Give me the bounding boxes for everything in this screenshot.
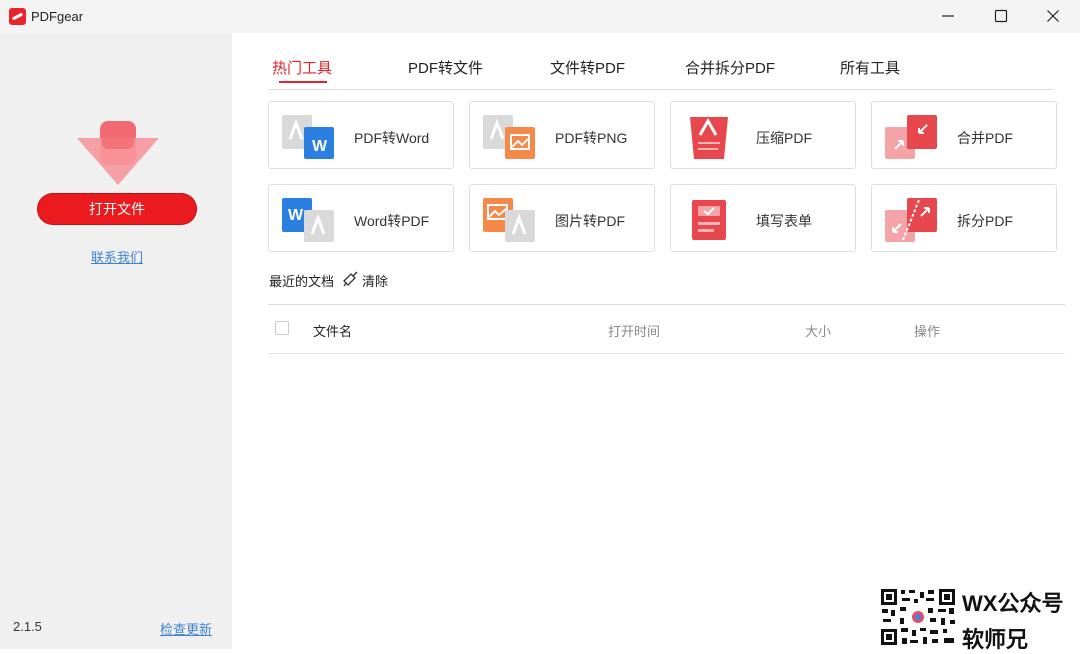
svg-text:W: W [312, 138, 328, 155]
svg-text:W: W [288, 207, 304, 224]
column-header-actions: 操作 [914, 324, 941, 339]
tool-label: 压缩PDF [756, 130, 812, 146]
table-header-top-border [268, 304, 1065, 305]
column-header-open-time[interactable]: 打开时间 [608, 321, 660, 340]
watermark-line1: WX公众号 [962, 591, 1064, 616]
compress-pdf-icon [690, 117, 728, 159]
title-bar: PDFgear [0, 0, 1080, 33]
tool-label: 拆分PDF [957, 213, 1013, 229]
recent-documents-title: 最近的文档 [269, 274, 335, 289]
word-to-pdf-icon: W [282, 198, 334, 242]
watermark-line2: 软师兄 [962, 627, 1029, 652]
minimize-button[interactable] [922, 0, 974, 33]
tabs-divider [268, 89, 1054, 90]
image-to-pdf-icon [483, 198, 535, 242]
minimize-icon [942, 15, 954, 17]
qr-code-image [880, 588, 956, 646]
maximize-button[interactable] [975, 0, 1027, 33]
tab-file-to-pdf[interactable]: 文件转PDF [550, 57, 625, 78]
maximize-icon [994, 9, 1008, 23]
column-header-filename[interactable]: 文件名 [313, 321, 352, 340]
pdf-to-png-icon [483, 115, 535, 159]
tab-pdf-to-file[interactable]: PDF转文件 [408, 57, 483, 78]
broom-icon [343, 271, 358, 287]
pdf-to-word-icon: W [282, 115, 334, 159]
tool-label: 图片转PDF [555, 213, 625, 229]
pdfgear-logo-icon [9, 8, 26, 25]
tool-label: Word转PDF [354, 213, 430, 229]
open-file-button[interactable]: 打开文件 [37, 193, 197, 225]
tool-card-fill-form[interactable]: 填写表单 [670, 184, 856, 252]
tool-label: PDF转PNG [555, 130, 628, 146]
close-icon [1047, 10, 1059, 22]
split-pdf-icon [885, 198, 937, 242]
version-label: 2.1.5 [13, 619, 42, 634]
tab-merge-split-pdf[interactable]: 合并拆分PDF [685, 57, 775, 78]
contact-us-link[interactable]: 联系我们 [91, 247, 143, 266]
clear-label: 清除 [362, 274, 389, 289]
tab-hot-tools[interactable]: 热门工具 [272, 57, 332, 78]
fill-form-icon [692, 200, 726, 240]
window-title: PDFgear [31, 9, 84, 24]
tool-label: 合并PDF [957, 130, 1013, 146]
close-button[interactable] [1027, 0, 1079, 33]
check-update-link[interactable]: 检查更新 [160, 619, 212, 638]
tab-all-tools[interactable]: 所有工具 [840, 57, 900, 78]
select-all-checkbox[interactable] [275, 321, 289, 335]
tool-card-pdf-to-word[interactable]: W PDF转Word [268, 101, 454, 169]
tool-card-image-to-pdf[interactable]: 图片转PDF [469, 184, 655, 252]
tool-card-word-to-pdf[interactable]: W Word转PDF [268, 184, 454, 252]
tool-card-compress-pdf[interactable]: 压缩PDF [670, 101, 856, 169]
tool-card-pdf-to-png[interactable]: PDF转PNG [469, 101, 655, 169]
active-tab-indicator [279, 81, 327, 83]
sidebar: 打开文件 联系我们 2.1.5 检查更新 [0, 33, 232, 649]
column-header-size[interactable]: 大小 [805, 321, 831, 340]
merge-pdf-icon [885, 115, 937, 159]
tool-label: PDF转Word [354, 130, 430, 146]
tool-label: 填写表单 [756, 213, 812, 229]
table-header-bottom-border [268, 353, 1065, 354]
tool-card-split-pdf[interactable]: 拆分PDF [871, 184, 1057, 252]
tool-card-merge-pdf[interactable]: 合并PDF [871, 101, 1057, 169]
